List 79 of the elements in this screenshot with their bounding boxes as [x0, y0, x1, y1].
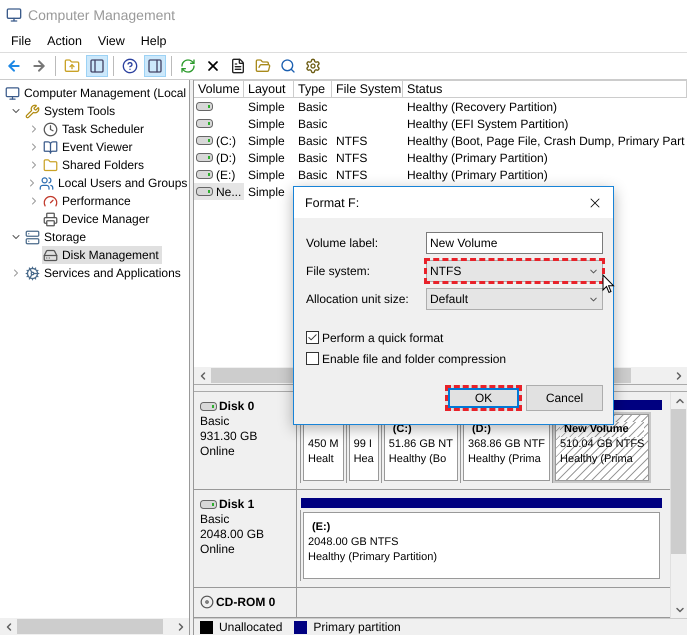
menu-item[interactable]: View [90, 34, 133, 48]
checkbox-label: Perform a quick format [322, 330, 444, 344]
partition-info: 450 M [308, 437, 339, 452]
menu-item[interactable]: Action [39, 34, 90, 48]
table-cell-text: Healthy (Boot, Page File, Crash Dump, Primary Part [406, 134, 686, 148]
tree-item[interactable]: Device Manager [42, 210, 152, 228]
column-header[interactable]: Volume [194, 80, 244, 98]
tree-item[interactable]: Task Scheduler [42, 120, 148, 138]
table-cell-text: Simple [247, 168, 286, 182]
dialog-title: Format F: [305, 196, 360, 210]
field-label: Allocation unit size: [306, 292, 409, 306]
tree-item[interactable]: System Tools [24, 102, 118, 120]
partition-info: Healthy (Primary Partition) [308, 550, 438, 565]
input-field[interactable]: New Volume [426, 232, 603, 254]
disk-size: 2048.00 GB [200, 527, 266, 542]
table-cell-text: Basic [297, 116, 328, 130]
partition-info: Healthy (Bo [388, 452, 448, 467]
table-cell[interactable]: Ne... [194, 183, 244, 200]
menu-item[interactable]: File [3, 34, 40, 48]
table-cell-text: Simple [247, 134, 286, 148]
tree-item[interactable]: Event Viewer [42, 138, 136, 156]
partition-block[interactable]: (E:) 2048.00 GB NTFS Healthy (Primary Partition) [300, 510, 662, 581]
dialog-button[interactable]: Cancel [526, 385, 603, 411]
table-cell-text: Healthy (Primary Partition) [406, 150, 549, 164]
disk-status: Online [200, 542, 236, 557]
table-cell-text: Basic [297, 100, 328, 114]
disk-type: Basic [200, 414, 230, 429]
table-cell-text: NTFS [335, 150, 368, 164]
disk-size: 931.30 GB [200, 429, 258, 444]
table-cell-text: Basic [297, 150, 328, 164]
dropdown[interactable]: Default [426, 288, 603, 310]
table-cell-text: Basic [297, 168, 328, 182]
table-cell-text: Simple [247, 150, 286, 164]
disk-name: Disk 1 [219, 497, 254, 511]
checkbox-label: Enable file and folder compression [322, 352, 506, 366]
table-cell-text: Simple [247, 100, 286, 114]
table-cell-text: NTFS [335, 134, 368, 148]
disk-type: Basic [200, 512, 230, 527]
window-title: Computer Management [28, 7, 176, 23]
tree-item[interactable]: Computer Management (Local [4, 84, 190, 102]
partition-info: 99 I [354, 437, 373, 452]
partition-info: 510.04 GB NTFS [560, 437, 644, 452]
partition-info: 368.86 GB NTF [468, 437, 546, 452]
partition-info: Hea [354, 452, 374, 467]
table-cell[interactable]: (E:) [194, 166, 244, 183]
dropdown[interactable]: NTFS [426, 260, 603, 282]
table-cell-text: Healthy (EFI System Partition) [406, 116, 570, 130]
disk-status: Online [200, 444, 236, 459]
legend-label: Unallocated [219, 620, 282, 634]
partition-info: Healthy (Prima [468, 452, 542, 467]
table-cell[interactable]: (D:) [194, 149, 244, 166]
partition-info: Healthy (Prima [560, 452, 634, 467]
tree-item[interactable]: Performance [42, 192, 134, 210]
tree-item[interactable]: Storage [24, 228, 90, 246]
menu-item[interactable]: Help [132, 34, 174, 48]
table-cell-text: Healthy (Primary Partition) [406, 168, 549, 182]
table-cell-text: NTFS [335, 168, 368, 182]
partition-info: 2048.00 GB NTFS [308, 535, 400, 550]
table-cell[interactable]: (C:) [194, 132, 244, 149]
tree-item[interactable]: Local Users and Groups [38, 174, 190, 192]
partition-info: 51.86 GB NT [388, 437, 453, 452]
column-header[interactable]: Layout [244, 80, 294, 98]
field-label: File system: [306, 264, 370, 278]
dialog-button[interactable]: OK [445, 385, 522, 411]
column-header[interactable]: File System [332, 80, 403, 98]
table-cell-text: Simple [247, 184, 286, 198]
legend-label: Primary partition [313, 620, 401, 634]
table-cell-text: Healthy (Recovery Partition) [406, 100, 558, 114]
tree-item[interactable]: Disk Management [42, 246, 162, 264]
field-label: Volume label: [306, 236, 378, 250]
column-header[interactable]: Type [294, 80, 332, 98]
disk-name: CD-ROM 0 [216, 595, 276, 609]
column-header[interactable]: Status [403, 80, 687, 98]
tree-item[interactable]: Shared Folders [42, 156, 148, 174]
tree-item[interactable]: Services and Applications [24, 264, 184, 282]
table-cell-text: Basic [297, 134, 328, 148]
partition-info: Healt [308, 452, 335, 467]
disk-name: Disk 0 [219, 399, 254, 413]
table-cell-text: Simple [247, 116, 286, 130]
